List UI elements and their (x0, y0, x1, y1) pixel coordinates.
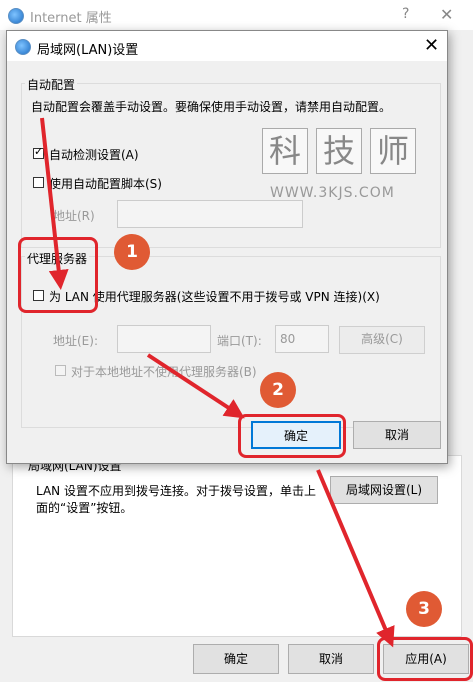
step-badge-3: 3 (406, 591, 442, 627)
arrow-step2 (146, 353, 245, 419)
step-badge-1: 1 (114, 234, 150, 270)
annotation-arrows (40, 117, 395, 648)
step-badge-2: 2 (260, 372, 296, 408)
arrow-step3 (316, 469, 395, 648)
arrow-step1 (40, 117, 69, 290)
